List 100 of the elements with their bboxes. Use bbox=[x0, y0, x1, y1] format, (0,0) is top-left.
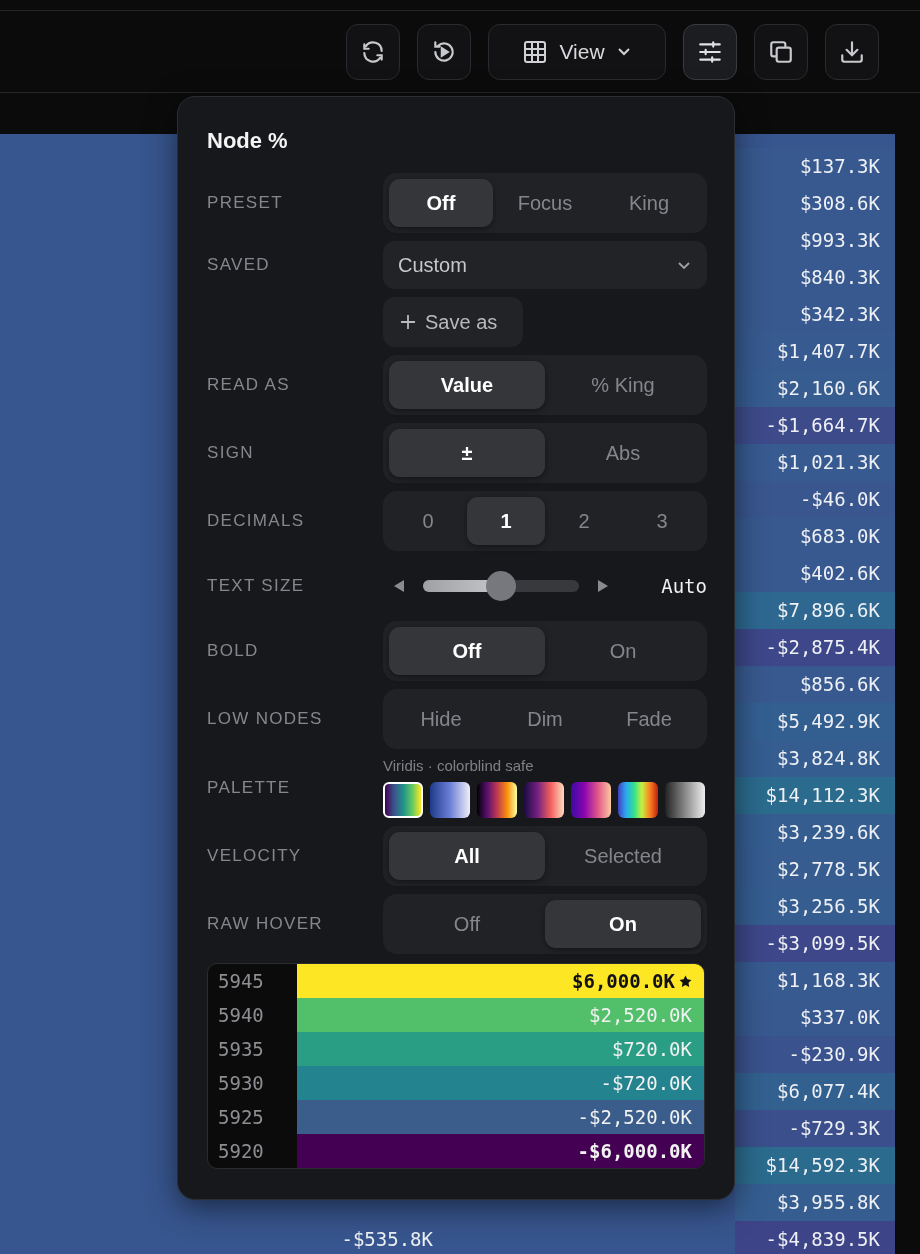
legend-value: -$6,000.0K bbox=[577, 1140, 692, 1162]
segment-option[interactable]: Abs bbox=[545, 429, 701, 477]
segment-option[interactable]: Off bbox=[389, 179, 493, 227]
copy-icon bbox=[768, 38, 794, 65]
table-cell: -$1,664.7K bbox=[735, 407, 895, 444]
save-as-button[interactable]: Save as bbox=[383, 297, 523, 347]
legend-index: 5945 bbox=[217, 969, 265, 994]
segment-option[interactable]: Value bbox=[389, 361, 545, 409]
segment-option[interactable]: Off bbox=[389, 900, 545, 948]
segment-option[interactable]: % King bbox=[545, 361, 701, 409]
sliders-icon bbox=[697, 38, 723, 65]
segment-option[interactable]: Focus bbox=[493, 179, 597, 227]
table-cell: $1,407.7K bbox=[735, 333, 895, 370]
setting-label: BOLD bbox=[207, 641, 260, 661]
table-cell: $337.0K bbox=[735, 999, 895, 1036]
segment-option[interactable]: 1 bbox=[467, 497, 545, 545]
setting-label: READ AS bbox=[207, 375, 291, 395]
table-cell: $5,492.9K bbox=[735, 703, 895, 740]
palette-swatch[interactable] bbox=[477, 782, 517, 818]
table-cell: $993.3K bbox=[735, 222, 895, 259]
table-cell: $3,239.6K bbox=[735, 814, 895, 851]
grid-icon bbox=[523, 39, 548, 64]
segment-option[interactable]: 0 bbox=[389, 497, 467, 545]
plus-icon bbox=[400, 314, 416, 330]
palette-swatch[interactable] bbox=[430, 782, 470, 818]
slider-thumb[interactable] bbox=[486, 571, 516, 601]
setting-label: PALETTE bbox=[207, 777, 292, 798]
replay-icon bbox=[431, 38, 457, 65]
segment-option[interactable]: Hide bbox=[389, 695, 493, 743]
adjust-button[interactable] bbox=[683, 23, 737, 80]
table-cell: $2,160.6K bbox=[735, 370, 895, 407]
saved-select[interactable]: Custom bbox=[383, 241, 707, 289]
table-cell: $7,896.6K bbox=[735, 592, 895, 629]
table-cell: $137.3K bbox=[735, 148, 895, 185]
decrease-icon[interactable] bbox=[394, 580, 404, 592]
chevron-down-icon bbox=[616, 46, 631, 57]
legend-index: 5925 bbox=[217, 1105, 265, 1130]
segment-option[interactable]: Fade bbox=[597, 695, 701, 743]
palette-swatch[interactable] bbox=[618, 782, 658, 818]
increase-icon[interactable] bbox=[598, 580, 608, 592]
table-cell: -$4,839.5K bbox=[735, 1221, 895, 1254]
segment-option[interactable]: On bbox=[545, 900, 701, 948]
download-button[interactable] bbox=[825, 23, 879, 80]
table-cell: $342.3K bbox=[735, 296, 895, 333]
segment-option[interactable]: ± bbox=[389, 429, 545, 477]
segment-option[interactable]: Selected bbox=[545, 832, 701, 880]
legend-value: $2,520.0K bbox=[589, 1004, 692, 1026]
legend-value: $6,000.0K bbox=[572, 970, 675, 992]
table-cell: $14,592.3K bbox=[735, 1147, 895, 1184]
setting-label: TEXT SIZE bbox=[207, 576, 306, 596]
text-size-slider[interactable] bbox=[423, 571, 579, 601]
refresh-icon bbox=[360, 38, 386, 65]
table-cell: -$729.3K bbox=[735, 1110, 895, 1147]
table-cell: $1,168.3K bbox=[735, 962, 895, 999]
table-cell: $3,256.5K bbox=[735, 888, 895, 925]
setting-label: SAVED bbox=[207, 255, 271, 275]
setting-label: LOW NODES bbox=[207, 709, 324, 729]
segment-option[interactable]: Dim bbox=[493, 695, 597, 743]
setting-label: RAW HOVER bbox=[207, 914, 324, 934]
table-cell: $6,077.4K bbox=[735, 1073, 895, 1110]
table-cell: $402.6K bbox=[735, 555, 895, 592]
popover-title: Node % bbox=[207, 129, 289, 153]
segment-option[interactable]: 2 bbox=[545, 497, 623, 545]
setting-label: PRESET bbox=[207, 193, 284, 213]
palette-swatch[interactable] bbox=[524, 782, 564, 818]
segment-option[interactable]: All bbox=[389, 832, 545, 880]
table-cell: -$535.8K bbox=[341, 1228, 433, 1250]
legend-index: 5920 bbox=[217, 1139, 265, 1164]
table-cell: $2,778.5K bbox=[735, 851, 895, 888]
setting-label: VELOCITY bbox=[207, 846, 303, 866]
palette-swatch[interactable] bbox=[665, 782, 705, 818]
setting-label: DECIMALS bbox=[207, 511, 306, 531]
legend-value: $720.0K bbox=[611, 1038, 692, 1060]
refresh-button[interactable] bbox=[346, 23, 400, 80]
replay-button[interactable] bbox=[417, 23, 471, 80]
chevron-down-icon bbox=[677, 260, 691, 270]
legend-value: -$2,520.0K bbox=[577, 1106, 692, 1128]
table-cell: $840.3K bbox=[735, 259, 895, 296]
legend-index: 5935 bbox=[217, 1037, 265, 1062]
slider-reading: Auto bbox=[661, 575, 707, 597]
table-cell: $683.0K bbox=[735, 518, 895, 555]
table-cell: $1,021.3K bbox=[735, 444, 895, 481]
palette-swatch[interactable] bbox=[383, 782, 423, 818]
segment-option[interactable]: On bbox=[545, 627, 701, 675]
legend-index: 5930 bbox=[217, 1071, 265, 1096]
segment-option[interactable]: King bbox=[597, 179, 701, 227]
palette-swatch[interactable] bbox=[571, 782, 611, 818]
segment-option[interactable]: Off bbox=[389, 627, 545, 675]
download-icon bbox=[839, 38, 865, 65]
legend-value: -$720.0K bbox=[600, 1072, 692, 1094]
table-cell: $856.6K bbox=[735, 666, 895, 703]
table-cell: $308.6K bbox=[735, 185, 895, 222]
segment-option[interactable]: 3 bbox=[623, 497, 701, 545]
table-cell: $14,112.3K bbox=[735, 777, 895, 814]
view-dropdown[interactable]: View bbox=[488, 23, 666, 80]
table-cell: -$3,099.5K bbox=[735, 925, 895, 962]
table-cell: -$2,875.4K bbox=[735, 629, 895, 666]
copy-button[interactable] bbox=[754, 23, 808, 80]
table-cell: $3,955.8K bbox=[735, 1184, 895, 1221]
palette-caption: Viridis · colorblind safe bbox=[383, 757, 535, 774]
